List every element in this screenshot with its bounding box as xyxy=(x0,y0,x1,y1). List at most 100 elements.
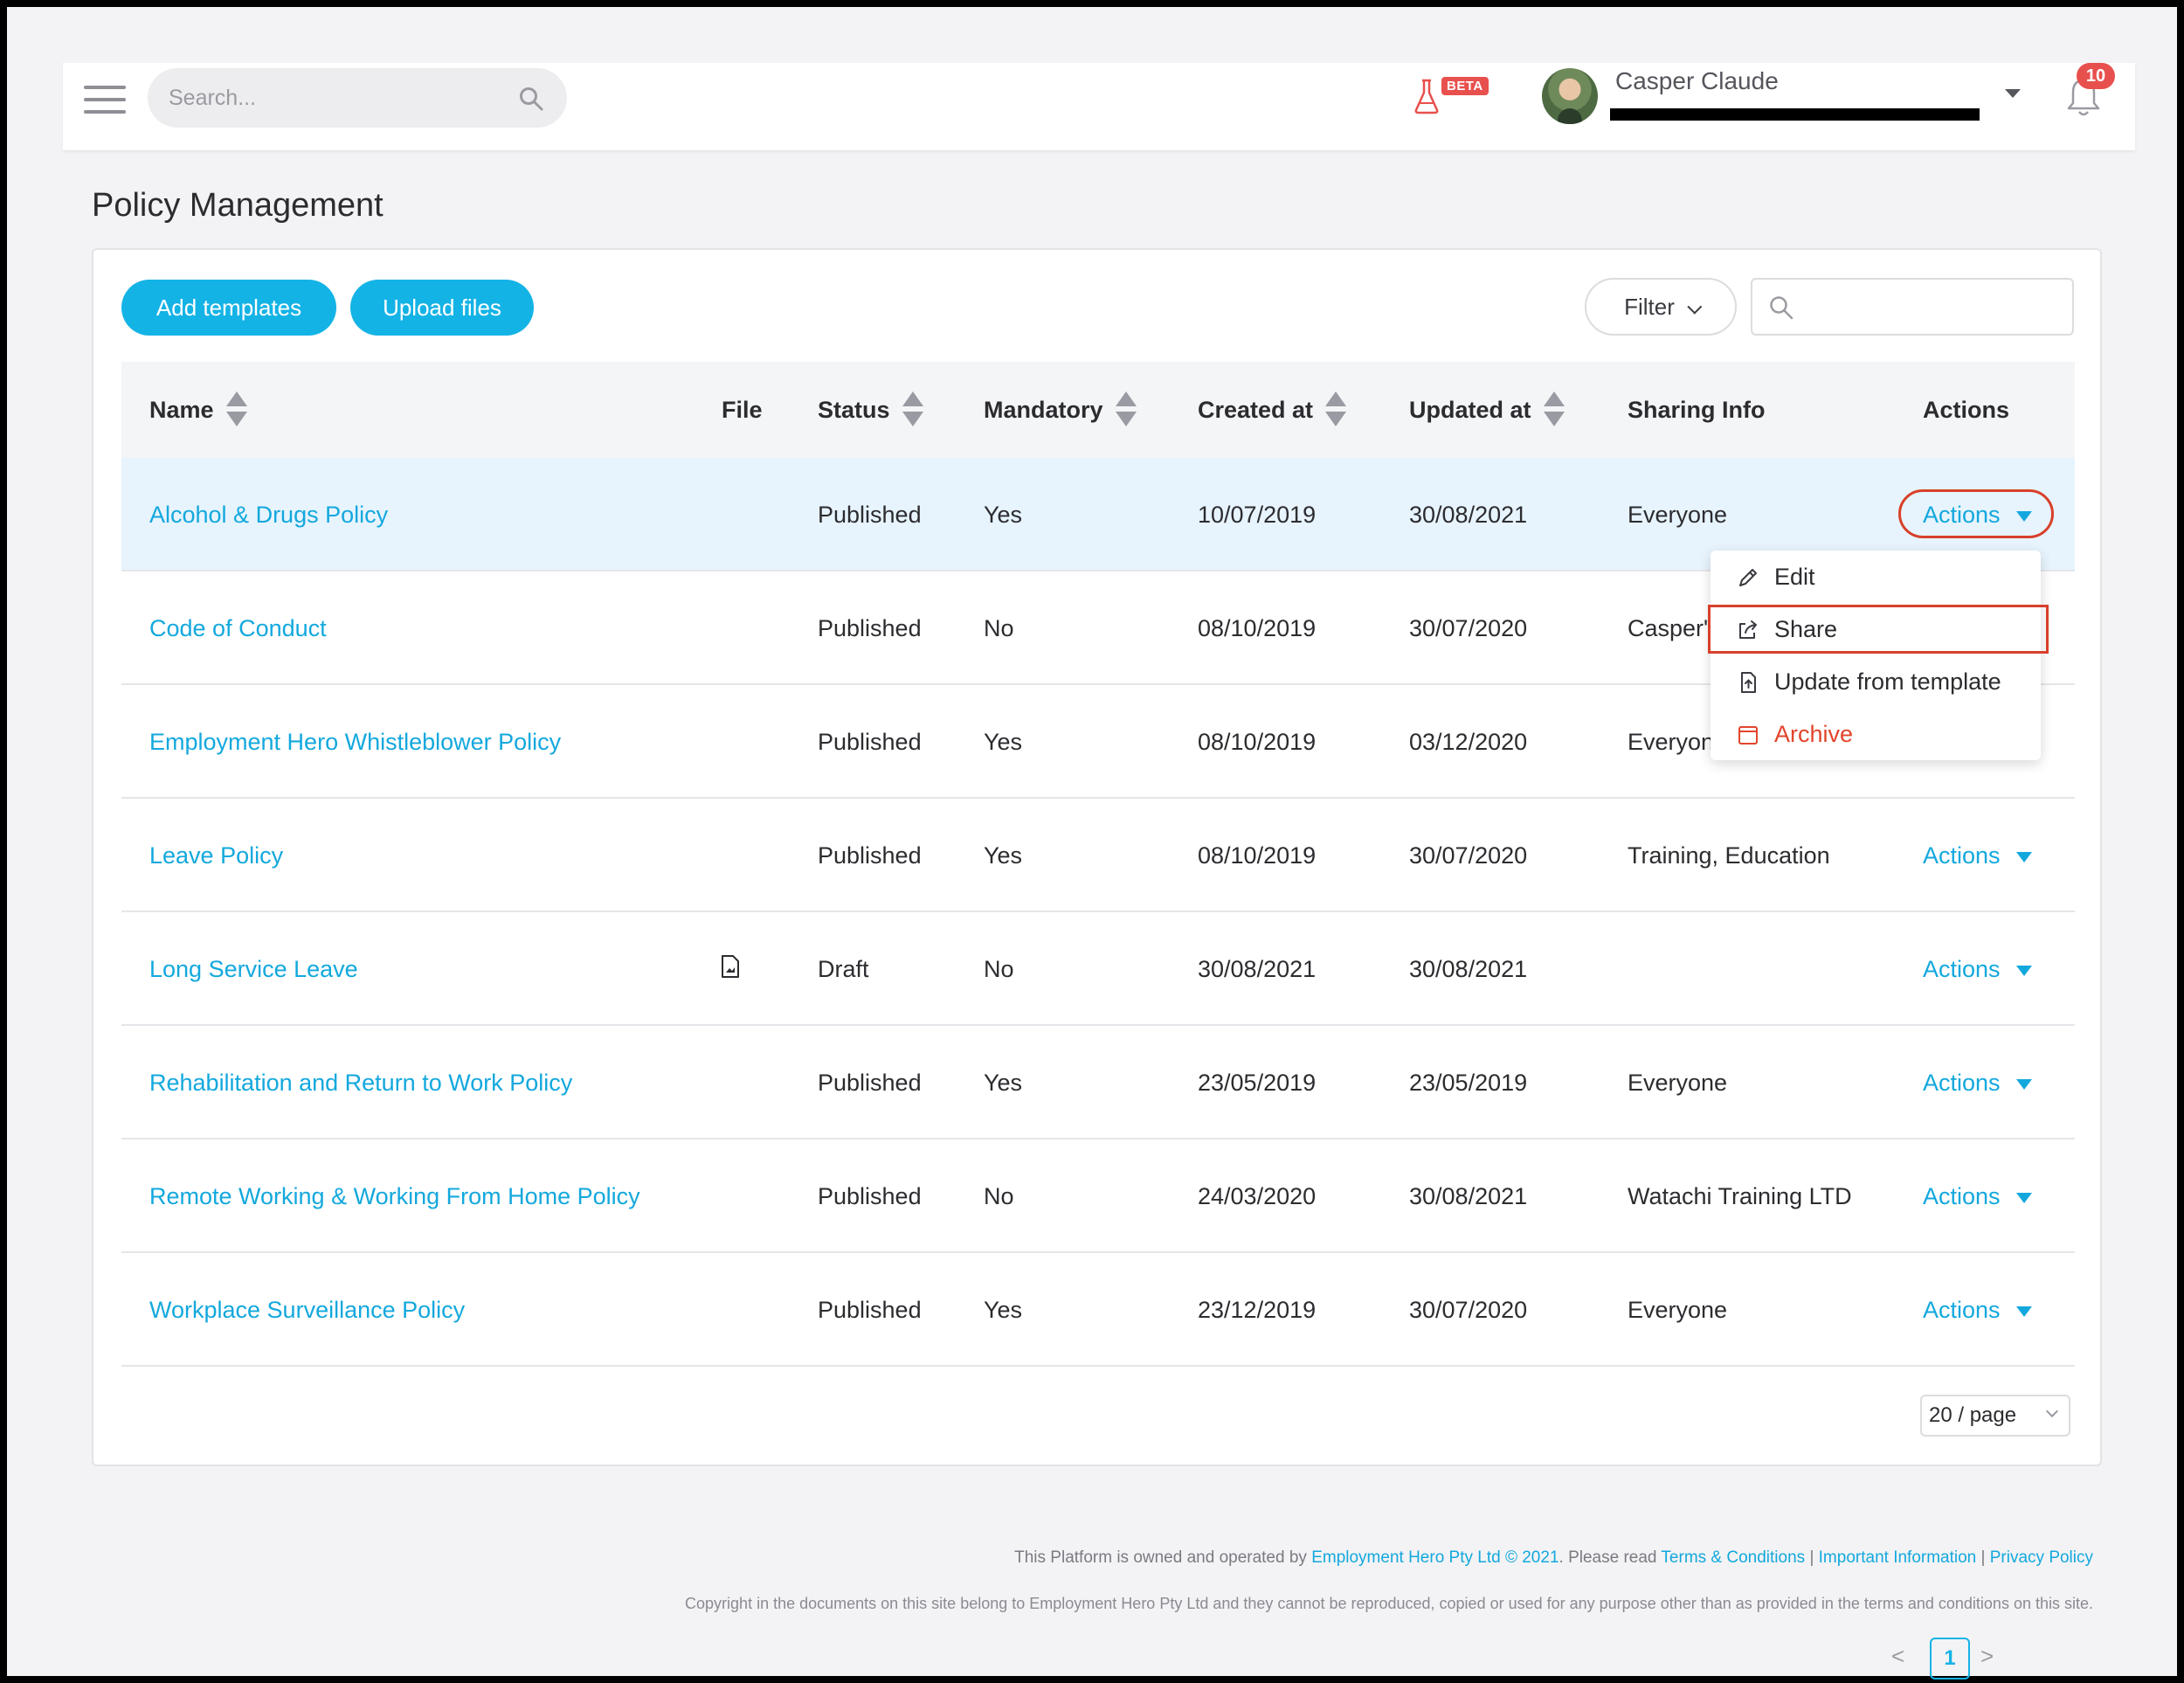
updated-at-cell: 03/12/2020 xyxy=(1409,729,1528,755)
sort-icon[interactable] xyxy=(225,391,247,426)
table-row[interactable]: Leave Policy Published Yes 08/10/2019 30/07/… xyxy=(121,799,2075,912)
created-at-cell: 08/10/2019 xyxy=(1198,615,1317,641)
policy-name-link[interactable]: Employment Hero Whistleblower Policy xyxy=(149,685,561,799)
mandatory-cell: Yes xyxy=(984,842,1023,869)
updated-at-cell: 23/05/2019 xyxy=(1409,1070,1528,1096)
policy-name-link[interactable]: Code of Conduct xyxy=(149,571,327,685)
terms-link[interactable]: Terms & Conditions xyxy=(1661,1548,1805,1567)
row-actions-dropdown[interactable]: Actions xyxy=(1923,1026,2032,1139)
redacted-email xyxy=(1610,108,1980,121)
avatar[interactable] xyxy=(1542,68,1598,124)
status-cell: Published xyxy=(818,502,922,528)
status-cell: Draft xyxy=(818,956,869,982)
user-name[interactable]: Casper Claude xyxy=(1615,67,1779,95)
search-icon[interactable] xyxy=(518,86,544,112)
sort-icon[interactable] xyxy=(902,391,923,426)
sort-icon[interactable] xyxy=(1325,391,1347,426)
global-search[interactable] xyxy=(148,68,567,128)
sort-icon[interactable] xyxy=(1115,391,1137,426)
flask-icon xyxy=(1414,79,1439,114)
mandatory-cell: No xyxy=(984,956,1014,982)
table-header: Name File Status Mandatory Created at Up… xyxy=(121,362,2075,458)
actions-label: Actions xyxy=(1923,1183,2001,1209)
company-link[interactable]: Employment Hero Pty Ltd © 2021 xyxy=(1311,1548,1559,1567)
column-header-actions: Actions xyxy=(1923,397,2010,423)
table-row[interactable]: Remote Working & Working From Home Polic… xyxy=(121,1139,2075,1253)
status-cell: Published xyxy=(818,615,922,641)
filter-button[interactable]: Filter xyxy=(1585,278,1737,336)
column-header-name[interactable]: Name xyxy=(149,362,247,458)
footer-ownership-line: This Platform is owned and operated by E… xyxy=(1014,1548,2093,1568)
file-upload-icon xyxy=(1741,672,1756,693)
menu-item-share[interactable]: Share xyxy=(1711,603,2041,655)
important-information-link[interactable]: Important Information xyxy=(1819,1548,1977,1567)
share-icon xyxy=(1739,620,1757,639)
global-search-input[interactable] xyxy=(169,68,501,128)
sort-icon[interactable] xyxy=(1543,391,1565,426)
column-header-status[interactable]: Status xyxy=(818,362,923,458)
menu-item-label: Share xyxy=(1774,616,1838,642)
caret-down-icon xyxy=(2015,1192,2032,1203)
column-header-created-at[interactable]: Created at xyxy=(1198,362,1347,458)
table-row[interactable]: Long Service Leave Draft No 30/08/2021 30/08… xyxy=(121,912,2075,1026)
hamburger-menu-icon[interactable] xyxy=(84,86,126,126)
actions-label: Actions xyxy=(1923,956,2001,982)
menu-item-update-from-template[interactable]: Update from template xyxy=(1711,655,2041,708)
page-size-value: 20 / page xyxy=(1929,1403,2017,1427)
policy-name-link[interactable]: Long Service Leave xyxy=(149,912,358,1026)
page-1-button[interactable]: 1 xyxy=(1930,1638,1970,1680)
created-at-cell: 23/05/2019 xyxy=(1198,1070,1317,1096)
actions-dropdown-menu: Edit Share Update from template Archive xyxy=(1711,551,2041,760)
table-row[interactable]: Rehabilitation and Return to Work Policy… xyxy=(121,1026,2075,1139)
top-navigation-bar: BETA Casper Claude 10 xyxy=(63,63,2135,150)
policy-name-link[interactable]: Remote Working & Working From Home Polic… xyxy=(149,1139,640,1253)
footer-copyright: Copyright in the documents on this site … xyxy=(685,1595,2093,1612)
beta-badge: BETA xyxy=(1441,77,1489,95)
next-page-button[interactable]: > xyxy=(1980,1643,1994,1670)
pencil-icon xyxy=(1739,569,1757,586)
caret-down-icon xyxy=(2015,1306,2032,1317)
sharing-info-cell: Watachi Training LTD xyxy=(1628,1183,1852,1209)
mandatory-cell: Yes xyxy=(984,1070,1023,1096)
table-search-input[interactable] xyxy=(1751,278,2074,336)
chevron-down-icon[interactable] xyxy=(2005,89,2021,98)
column-header-updated-at[interactable]: Updated at xyxy=(1409,362,1565,458)
search-icon xyxy=(1770,296,1794,320)
status-cell: Published xyxy=(818,729,922,755)
row-actions-dropdown[interactable]: Actions xyxy=(1923,799,2032,912)
policy-table-card: Add templates Upload files Filter Name F… xyxy=(92,248,2102,1680)
row-actions-dropdown[interactable]: Actions xyxy=(1923,1139,2032,1253)
archive-icon xyxy=(1738,726,1758,745)
actions-label: Actions xyxy=(1923,1070,2001,1096)
row-actions-dropdown[interactable]: Actions xyxy=(1923,912,2032,1026)
policy-name-link[interactable]: Workplace Surveillance Policy xyxy=(149,1253,465,1367)
previous-page-button[interactable]: < xyxy=(1891,1643,1904,1670)
add-templates-button[interactable]: Add templates xyxy=(121,280,336,336)
mandatory-cell: Yes xyxy=(984,502,1023,528)
policy-name-link[interactable]: Leave Policy xyxy=(149,799,283,912)
upload-files-button[interactable]: Upload files xyxy=(350,280,534,336)
actions-label: Actions xyxy=(1923,502,2001,528)
column-header-mandatory[interactable]: Mandatory xyxy=(984,362,1137,458)
file-icon[interactable] xyxy=(721,954,740,979)
sharing-info-cell: Everyon xyxy=(1628,729,1715,755)
created-at-cell: 08/10/2019 xyxy=(1198,729,1317,755)
filter-label: Filter xyxy=(1624,293,1675,320)
actions-label: Actions xyxy=(1923,842,2001,869)
updated-at-cell: 30/07/2020 xyxy=(1409,615,1528,641)
mandatory-cell: Yes xyxy=(984,1297,1023,1323)
policy-name-link[interactable]: Alcohol & Drugs Policy xyxy=(149,458,388,571)
row-actions-dropdown[interactable]: Actions xyxy=(1923,1253,2032,1367)
beta-features[interactable]: BETA xyxy=(1413,75,1501,119)
menu-item-archive[interactable]: Archive xyxy=(1711,708,2041,760)
privacy-policy-link[interactable]: Privacy Policy xyxy=(1990,1548,2093,1567)
policy-name-link[interactable]: Rehabilitation and Return to Work Policy xyxy=(149,1026,572,1139)
created-at-cell: 08/10/2019 xyxy=(1198,842,1317,869)
page-size-select[interactable]: 20 / page xyxy=(1920,1395,2070,1437)
column-header-sharing-info: Sharing Info xyxy=(1628,397,1766,423)
created-at-cell: 30/08/2021 xyxy=(1198,956,1317,982)
table-row[interactable]: Workplace Surveillance Policy Published Ye… xyxy=(121,1253,2075,1367)
sharing-info-cell: Everyone xyxy=(1628,1297,1728,1323)
updated-at-cell: 30/07/2020 xyxy=(1409,842,1528,869)
menu-item-edit[interactable]: Edit xyxy=(1711,551,2041,603)
